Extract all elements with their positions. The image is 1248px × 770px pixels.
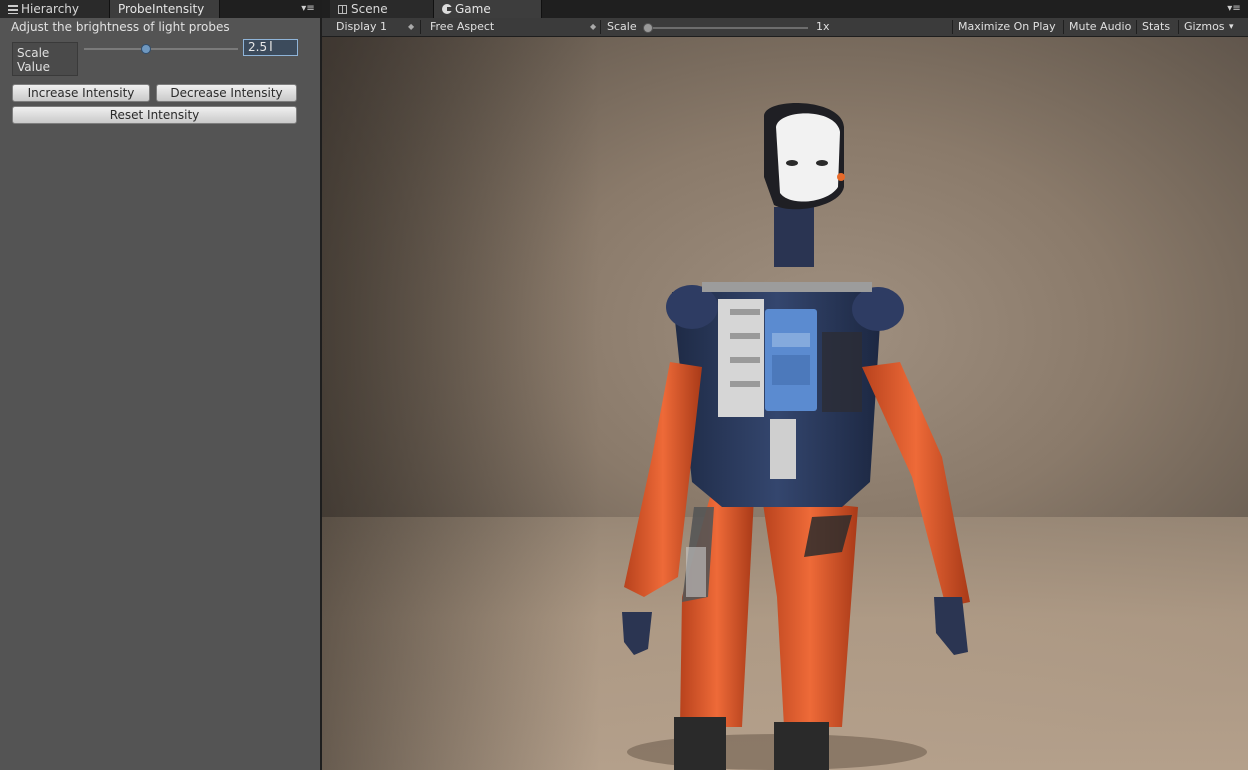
- reset-intensity-button[interactable]: Reset Intensity: [12, 106, 297, 124]
- toolbar-separator: [952, 20, 953, 34]
- scale-label: Scale: [607, 20, 637, 33]
- game-tab-bar: Scene Game ▾≡: [322, 0, 1248, 18]
- toolbar-separator: [420, 20, 421, 34]
- scale-slider-thumb[interactable]: [140, 44, 151, 54]
- panel-menu-icon[interactable]: ▾≡: [300, 3, 316, 15]
- toolbar-separator: [1063, 20, 1064, 34]
- game-toolbar: Display 1 ◆ Free Aspect ◆ Scale 1x Maxim…: [322, 18, 1248, 37]
- maximize-on-play-toggle[interactable]: Maximize On Play: [958, 18, 1056, 36]
- scale-slider-track[interactable]: [84, 48, 238, 50]
- game-viewport[interactable]: [322, 37, 1248, 770]
- tab-scene[interactable]: Scene: [330, 0, 434, 18]
- toolbar-separator: [1136, 20, 1137, 34]
- game-view-window: Scene Game ▾≡ Display 1 ◆ Free Aspect ◆ …: [322, 0, 1248, 770]
- stats-toggle[interactable]: Stats: [1142, 18, 1170, 36]
- toolbar-separator: [600, 20, 601, 34]
- gizmos-arrow-icon: ▾: [1229, 22, 1234, 32]
- gizmos-dropdown[interactable]: Gizmos: [1184, 18, 1225, 36]
- left-tab-bar: Hierarchy ProbeIntensity ▾≡: [0, 0, 320, 18]
- aspect-dropdown[interactable]: Free Aspect: [430, 18, 494, 36]
- game-menu-icon[interactable]: ▾≡: [1226, 3, 1242, 15]
- scale-value: 1x: [816, 20, 830, 33]
- mute-audio-toggle[interactable]: Mute Audio: [1069, 18, 1131, 36]
- game-scale-thumb[interactable]: [643, 23, 653, 33]
- tab-hierarchy[interactable]: Hierarchy: [0, 0, 110, 18]
- tab-probe-intensity[interactable]: ProbeIntensity: [110, 0, 220, 18]
- display-dropdown-arrow-icon: ◆: [408, 22, 415, 31]
- toolbar-separator: [1178, 20, 1179, 34]
- panel-description: Adjust the brightness of light probes: [11, 20, 230, 34]
- scale-value-label: Scale Value: [12, 42, 78, 76]
- scene-grid-icon: [338, 5, 347, 14]
- game-scale-slider[interactable]: [648, 27, 808, 29]
- decrease-intensity-button[interactable]: Decrease Intensity: [156, 84, 297, 102]
- aspect-dropdown-arrow-icon: ◆: [590, 22, 597, 31]
- display-dropdown[interactable]: Display 1: [336, 18, 387, 36]
- tab-game[interactable]: Game: [434, 0, 542, 18]
- robot-character-image: [622, 103, 970, 770]
- list-icon: [8, 5, 18, 14]
- increase-intensity-button[interactable]: Increase Intensity: [12, 84, 150, 102]
- text-cursor-icon: I: [269, 40, 273, 55]
- game-icon: [442, 4, 452, 14]
- probe-intensity-panel: Hierarchy ProbeIntensity ▾≡ Adjust the b…: [0, 0, 322, 770]
